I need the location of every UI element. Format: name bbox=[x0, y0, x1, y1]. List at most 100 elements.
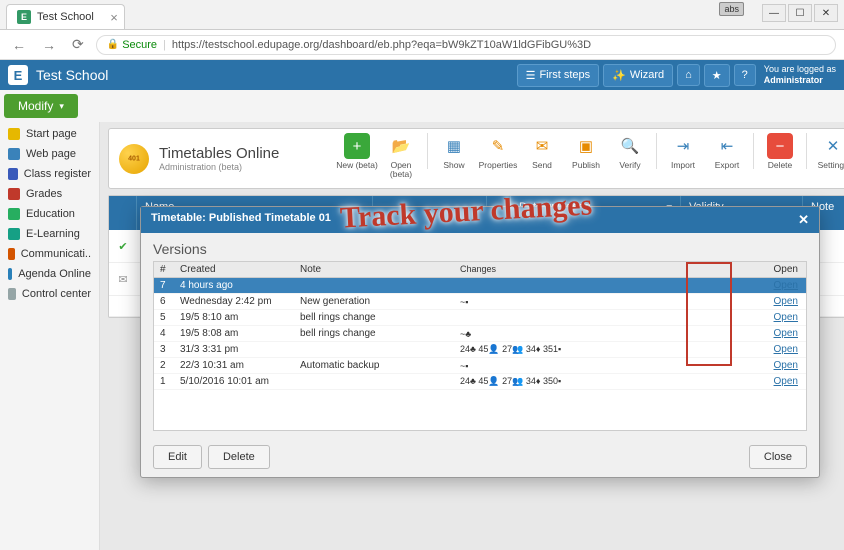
forward-button[interactable]: → bbox=[38, 35, 60, 55]
vh-created: Created bbox=[174, 262, 294, 277]
toolbar-export[interactable]: ⇤Export bbox=[706, 133, 748, 170]
versions-popup: Timetable: Published Timetable 01 ✕ Vers… bbox=[140, 206, 820, 478]
version-created: 19/5 8:08 am bbox=[174, 326, 294, 341]
toolbar-label: Open (beta) bbox=[380, 161, 422, 180]
version-open: Open bbox=[754, 342, 804, 357]
version-row[interactable]: 1 5/10/2016 10:01 am 24♣ 45👤 27👥 34♦ 350… bbox=[154, 374, 806, 390]
app-header: E Test School ☰ First steps ✨ Wizard ⌂ ★… bbox=[0, 60, 844, 90]
wizard-button[interactable]: ✨ Wizard bbox=[603, 64, 673, 87]
first-steps-button[interactable]: ☰ First steps bbox=[517, 64, 600, 87]
vh-num: # bbox=[154, 262, 174, 277]
url-text: https://testschool.edupage.org/dashboard… bbox=[172, 39, 591, 51]
sidebar-item-label: Class register bbox=[24, 168, 91, 180]
sidebar-icon bbox=[8, 128, 20, 140]
popup-subtitle: Versions bbox=[141, 233, 819, 261]
sidebar-icon bbox=[8, 228, 20, 240]
sidebar-icon bbox=[8, 148, 20, 160]
sidebar-icon bbox=[8, 208, 20, 220]
version-note: New generation bbox=[294, 294, 454, 309]
back-button[interactable]: ← bbox=[8, 35, 30, 55]
version-row[interactable]: 4 19/5 8:08 am bell rings change ~♣ Open bbox=[154, 326, 806, 342]
star-button[interactable]: ★ bbox=[704, 64, 730, 87]
version-note: bell rings change bbox=[294, 310, 454, 325]
toolbar-items: +New (beta)📂Open (beta) ▦Show✎Properties✉… bbox=[336, 133, 844, 184]
browser-tab[interactable]: E Test School × bbox=[6, 4, 125, 29]
version-created: 5/10/2016 10:01 am bbox=[174, 374, 294, 389]
toolbar-panel: Timetables Online Administration (beta) … bbox=[108, 128, 844, 189]
close-button[interactable]: Close bbox=[749, 445, 807, 469]
version-changes: 24♣ 45👤 27👥 34♦ 351▪ bbox=[454, 342, 754, 357]
open-link[interactable]: Open bbox=[774, 360, 798, 371]
sidebar-item-label: Education bbox=[26, 208, 75, 220]
address-bar[interactable]: Secure | https://testschool.edupage.org/… bbox=[96, 35, 836, 55]
toolbar-import[interactable]: ⇥Import bbox=[662, 133, 704, 170]
edit-button[interactable]: Edit bbox=[153, 445, 202, 469]
open-link[interactable]: Open bbox=[774, 280, 798, 291]
sidebar-item-0[interactable]: Start page bbox=[0, 124, 99, 144]
sidebar-item-8[interactable]: Control center bbox=[0, 284, 99, 304]
sidebar-item-label: Control center bbox=[22, 288, 91, 300]
tab-close-icon[interactable]: × bbox=[110, 10, 118, 25]
open-link[interactable]: Open bbox=[774, 296, 798, 307]
modify-label: Modify bbox=[18, 99, 53, 113]
version-open: Open bbox=[754, 278, 804, 293]
toolbar-verify[interactable]: 🔍 Verify bbox=[609, 133, 651, 170]
sidebar-item-4[interactable]: Education bbox=[0, 204, 99, 224]
sidebar-item-1[interactable]: Web page bbox=[0, 144, 99, 164]
login-text: You are logged as bbox=[764, 64, 836, 75]
version-row[interactable]: 3 31/3 3:31 pm 24♣ 45👤 27👥 34♦ 351▪ Open bbox=[154, 342, 806, 358]
version-note bbox=[294, 380, 454, 384]
open-link[interactable]: Open bbox=[774, 376, 798, 387]
toolbar-icon: + bbox=[344, 133, 370, 159]
version-note bbox=[294, 284, 454, 288]
versions-table: # Created Note Changes Open 7 4 hours ag… bbox=[153, 261, 807, 431]
version-row[interactable]: 6 Wednesday 2:42 pm New generation ~▪ Op… bbox=[154, 294, 806, 310]
delete-button[interactable]: Delete bbox=[208, 445, 270, 469]
version-open: Open bbox=[754, 326, 804, 341]
close-window-button[interactable]: ✕ bbox=[814, 4, 838, 22]
minimize-button[interactable]: — bbox=[762, 4, 786, 22]
toolbar-new-beta-[interactable]: +New (beta) bbox=[336, 133, 378, 170]
versions-header: # Created Note Changes Open bbox=[154, 262, 806, 278]
sidebar-item-2[interactable]: Class register bbox=[0, 164, 99, 184]
popup-header[interactable]: Timetable: Published Timetable 01 ✕ bbox=[141, 207, 819, 233]
toolbar-icon: ✎ bbox=[485, 133, 511, 159]
toolbar-separator bbox=[427, 133, 428, 169]
sidebar-item-5[interactable]: E-Learning bbox=[0, 224, 99, 244]
toolbar-show[interactable]: ▦Show bbox=[433, 133, 475, 170]
modify-button[interactable]: Modify bbox=[4, 94, 78, 118]
reload-button[interactable]: ⟳ bbox=[68, 34, 88, 55]
popup-close-icon[interactable]: ✕ bbox=[798, 212, 809, 228]
version-row[interactable]: 7 4 hours ago Open bbox=[154, 278, 806, 294]
toolbar-open-beta-[interactable]: 📂Open (beta) bbox=[380, 133, 422, 180]
bell-icon bbox=[119, 144, 149, 174]
toolbar-icon: 🔍 bbox=[617, 133, 643, 159]
sidebar-icon bbox=[8, 188, 20, 200]
sidebar-item-label: Communicati.. bbox=[21, 248, 91, 260]
open-link[interactable]: Open bbox=[774, 328, 798, 339]
version-row[interactable]: 2 22/3 10:31 am Automatic backup ~▪ Open bbox=[154, 358, 806, 374]
open-link[interactable]: Open bbox=[774, 312, 798, 323]
version-changes: ~♣ bbox=[454, 327, 754, 341]
secure-badge: Secure bbox=[107, 39, 157, 51]
login-info[interactable]: You are logged as Administrator bbox=[764, 64, 836, 86]
toolbar-delete[interactable]: −Delete bbox=[759, 133, 801, 170]
home-icon: ⌂ bbox=[685, 69, 692, 81]
help-button[interactable]: ? bbox=[734, 64, 756, 86]
app-logo-icon[interactable]: E bbox=[8, 65, 28, 85]
toolbar-send[interactable]: ✉Send bbox=[521, 133, 563, 170]
open-link[interactable]: Open bbox=[774, 344, 798, 355]
home-button[interactable]: ⌂ bbox=[677, 64, 700, 86]
toolbar-properties[interactable]: ✎Properties bbox=[477, 133, 519, 170]
sidebar-item-3[interactable]: Grades bbox=[0, 184, 99, 204]
vh-open: Open bbox=[754, 262, 804, 277]
version-row[interactable]: 5 19/5 8:10 am bell rings change Open bbox=[154, 310, 806, 326]
sidebar-icon bbox=[8, 168, 18, 180]
sidebar-item-6[interactable]: Communicati.. bbox=[0, 244, 99, 264]
toolbar-label: Verify bbox=[609, 161, 651, 170]
toolbar-settings[interactable]: ✕Settings bbox=[812, 133, 844, 170]
vh-changes: Changes bbox=[454, 262, 754, 277]
maximize-button[interactable]: ☐ bbox=[788, 4, 812, 22]
sidebar-item-7[interactable]: Agenda Online bbox=[0, 264, 99, 284]
toolbar-publish[interactable]: ▣Publish bbox=[565, 133, 607, 170]
